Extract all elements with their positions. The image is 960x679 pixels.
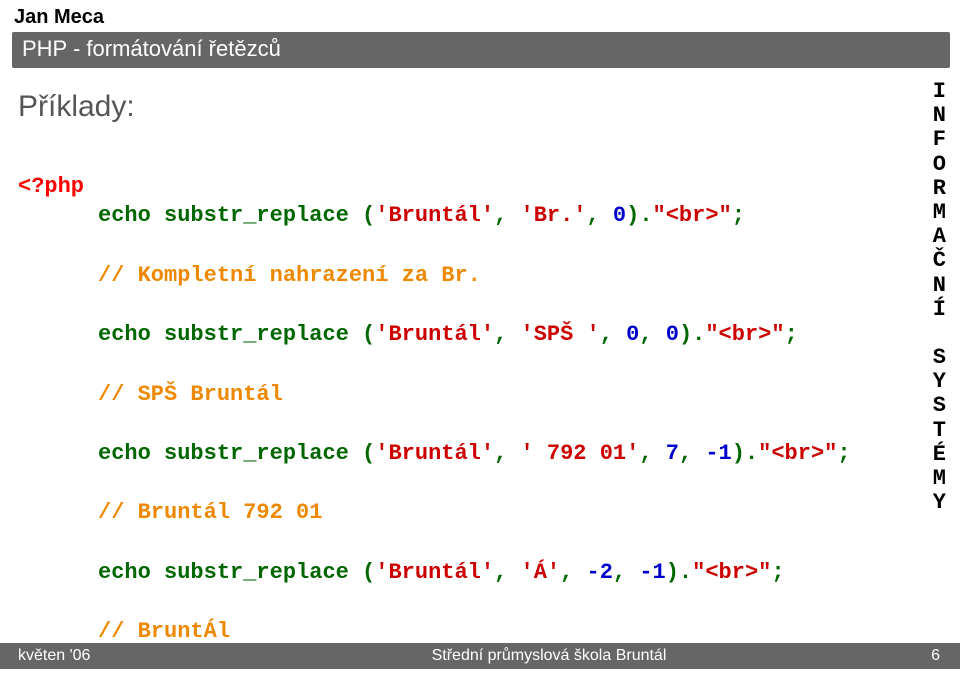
string-literal: 'Bruntál' xyxy=(375,322,494,347)
fn-name: substr_replace xyxy=(164,560,349,585)
lparen: ( xyxy=(349,203,375,228)
code-line: echo substr_replace ('Bruntál', 'Br.', 0… xyxy=(98,201,944,231)
semicolon: ; xyxy=(732,203,745,228)
string-literal: 'Bruntál' xyxy=(375,203,494,228)
string-literal: ' 792 01' xyxy=(521,441,640,466)
side-label-bottom: S Y S T É M Y xyxy=(933,345,946,515)
string-literal: 'Bruntál' xyxy=(375,441,494,466)
slide-body: Příklady: <?php echo substr_replace ('Br… xyxy=(12,68,950,679)
code-line: echo substr_replace ('Bruntál', ' 792 01… xyxy=(98,439,944,469)
string-literal: 'Á' xyxy=(521,560,561,585)
fn-name: substr_replace xyxy=(164,441,349,466)
number-literal: -1 xyxy=(705,441,731,466)
echo-keyword: echo xyxy=(98,203,151,228)
echo-keyword: echo xyxy=(98,560,151,585)
footer-bar: květen '06 Střední průmyslová škola Brun… xyxy=(0,643,960,669)
examples-heading: Příklady: xyxy=(18,90,944,124)
number-literal: -1 xyxy=(639,560,665,585)
string-literal: "<br>" xyxy=(653,203,732,228)
string-literal: "<br>" xyxy=(692,560,771,585)
comma: , xyxy=(494,203,520,228)
php-open-tag: <?php xyxy=(18,174,84,199)
footer-date: květen '06 xyxy=(0,647,218,665)
fn-name: substr_replace xyxy=(164,322,349,347)
echo-keyword: echo xyxy=(98,441,151,466)
number-literal: 0 xyxy=(613,203,626,228)
comment-line: // Bruntál 792 01 xyxy=(98,498,944,528)
comma: , xyxy=(587,203,613,228)
string-literal: "<br>" xyxy=(705,322,784,347)
slide-title: PHP - formátování řetězců xyxy=(12,32,950,68)
author-name: Jan Meca xyxy=(14,6,950,29)
string-literal: 'Bruntál' xyxy=(375,560,494,585)
comment-line: // SPŠ Bruntál xyxy=(98,380,944,410)
string-literal: 'SPŠ ' xyxy=(521,322,600,347)
code-line: echo substr_replace ('Bruntál', 'SPŠ ', … xyxy=(98,320,944,350)
footer-page-number: 6 xyxy=(880,647,960,665)
slide: Jan Meca PHP - formátování řetězců Příkl… xyxy=(0,0,960,679)
side-vertical-label: I N F O R M A Č N Í S Y S T É M Y xyxy=(933,80,946,515)
code-line: echo substr_replace ('Bruntál', 'Á', -2,… xyxy=(98,558,944,588)
rparen-dot: ). xyxy=(626,203,652,228)
side-label-top: I N F O R M A Č N Í xyxy=(933,79,946,322)
number-literal: -2 xyxy=(587,560,613,585)
footer-school: Střední průmyslová škola Bruntál xyxy=(218,647,880,665)
string-literal: "<br>" xyxy=(758,441,837,466)
code-block: <?php echo substr_replace ('Bruntál', 'B… xyxy=(18,142,944,679)
echo-keyword: echo xyxy=(98,322,151,347)
number-literal: 0 xyxy=(666,322,679,347)
string-literal: 'Br.' xyxy=(521,203,587,228)
fn-name: substr_replace xyxy=(164,203,349,228)
number-literal: 0 xyxy=(626,322,639,347)
number-literal: 7 xyxy=(666,441,679,466)
comment-line: // Kompletní nahrazení za Br. xyxy=(98,261,944,291)
